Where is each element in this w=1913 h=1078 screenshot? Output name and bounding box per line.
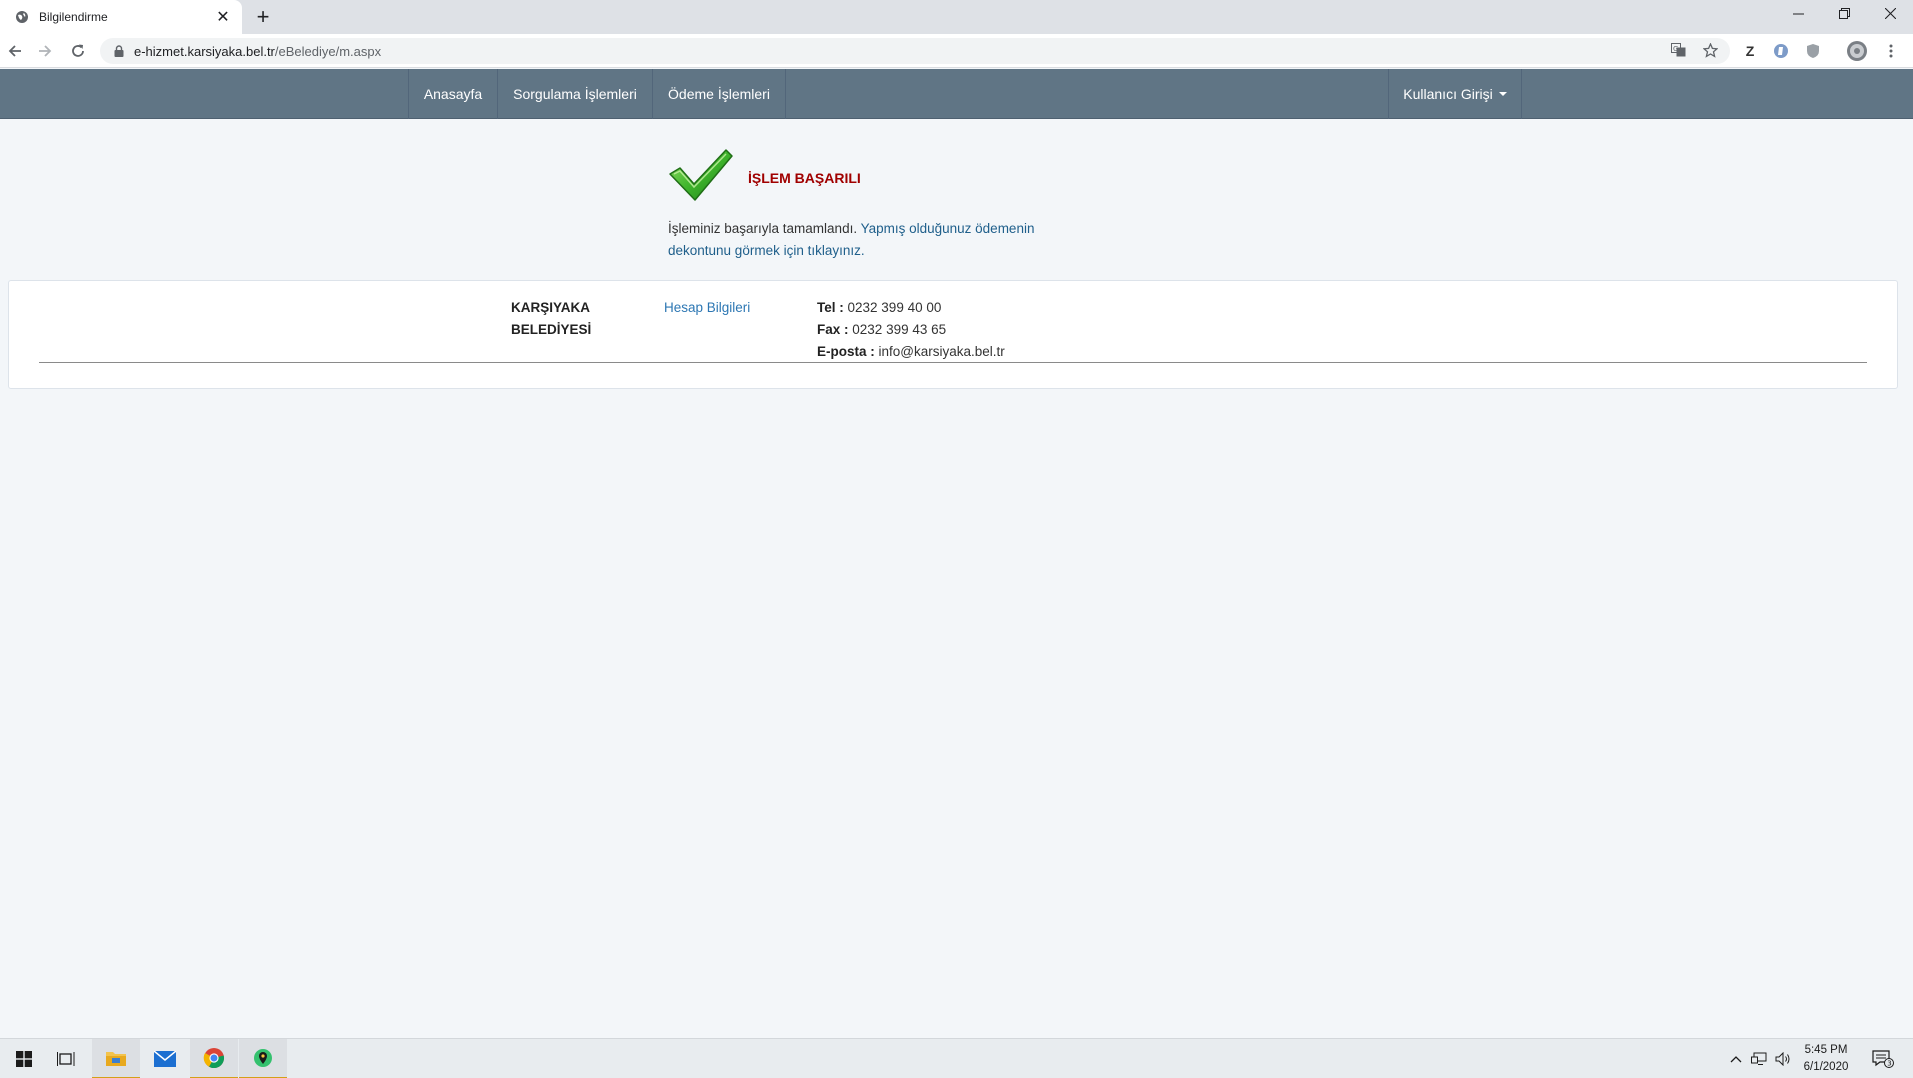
success-panel: İŞLEM BAŞARILI İşleminiz başarıyla tamam… — [668, 148, 1088, 262]
account-info-link[interactable]: Hesap Bilgileri — [664, 297, 750, 319]
action-center-icon[interactable]: 3 — [1868, 1039, 1898, 1078]
svg-text:G: G — [1673, 45, 1678, 53]
footer-divider — [39, 362, 1867, 363]
nav-anasayfa[interactable]: Anasayfa — [408, 69, 498, 119]
nav-odeme[interactable]: Ödeme İşlemleri — [652, 69, 786, 119]
clock-time: 5:45 PM — [1804, 1044, 1848, 1056]
reload-button[interactable] — [66, 39, 90, 63]
url-host: e-hizmet.karsiyaka.bel.tr — [134, 43, 275, 59]
minimize-button[interactable] — [1775, 0, 1821, 26]
success-message: İşleminiz başarıyla tamamlandı. Yapmış o… — [668, 218, 1088, 262]
user-login-menu[interactable]: Kullanıcı Girişi — [1388, 69, 1522, 119]
organization-name: KARŞIYAKA BELEDİYESİ — [511, 300, 592, 337]
success-header: İŞLEM BAŞARILI — [668, 148, 1088, 204]
caret-down-icon — [1498, 92, 1507, 96]
extension-shield-icon[interactable] — [1801, 39, 1825, 63]
tel-label: Tel : — [817, 300, 844, 315]
email-label: E-posta : — [817, 344, 875, 359]
checkmark-icon — [669, 149, 733, 201]
restore-button[interactable] — [1821, 0, 1867, 26]
nav-sorgulama[interactable]: Sorgulama İşlemleri — [497, 69, 653, 119]
tel-value: 0232 399 40 00 — [847, 300, 942, 315]
contact-info: Tel : 0232 399 40 00 Fax : 0232 399 43 6… — [817, 297, 1005, 363]
email-row: E-posta : info@karsiyaka.bel.tr — [817, 341, 1005, 363]
lock-icon[interactable] — [112, 44, 126, 58]
translate-icon[interactable]: G — [1667, 39, 1689, 61]
windows-taskbar: 5:45 PM 6/1/2020 3 — [0, 1038, 1913, 1078]
profile-avatar[interactable] — [1845, 39, 1869, 63]
address-bar[interactable]: e-hizmet.karsiyaka.bel.tr/eBelediye/m.as… — [100, 38, 1730, 64]
browser-toolbar: e-hizmet.karsiyaka.bel.tr/eBelediye/m.as… — [0, 34, 1913, 68]
task-view-icon[interactable] — [42, 1039, 90, 1078]
fax-row: Fax : 0232 399 43 65 — [817, 319, 1005, 341]
url-path: /eBelediye/m.aspx — [274, 43, 382, 59]
browser-menu-icon[interactable] — [1879, 39, 1903, 63]
success-message-text: İşleminiz başarıyla tamamlandı. — [668, 221, 861, 236]
mail-icon[interactable] — [141, 1039, 189, 1078]
success-title: İŞLEM BAŞARILI — [748, 170, 861, 186]
windows-start-icon[interactable] — [0, 1039, 48, 1078]
tel-row: Tel : 0232 399 40 00 — [817, 297, 1005, 319]
forward-button[interactable] — [33, 39, 57, 63]
email-value: info@karsiyaka.bel.tr — [878, 344, 1005, 359]
new-tab-button[interactable]: + — [250, 4, 276, 30]
tab-close-icon[interactable]: ✕ — [212, 6, 234, 28]
maps-app-icon[interactable] — [239, 1039, 287, 1078]
globe-icon — [14, 9, 30, 25]
extension-blue-circle-icon[interactable] — [1769, 39, 1793, 63]
clock-date: 6/1/2020 — [1803, 1061, 1849, 1073]
user-login-label: Kullanıcı Girişi — [1403, 86, 1493, 102]
browser-tab-active[interactable]: Bilgilendirme ✕ — [0, 0, 242, 34]
network-icon[interactable] — [1748, 1039, 1770, 1078]
bookmark-star-icon[interactable] — [1699, 39, 1721, 61]
site-navbar: Anasayfa Sorgulama İşlemleri Ödeme İşlem… — [0, 69, 1913, 119]
tab-title: Bilgilendirme — [39, 10, 108, 24]
browser-tabstrip: Bilgilendirme ✕ + — [0, 0, 1913, 34]
back-button[interactable] — [3, 39, 27, 63]
fax-label: Fax : — [817, 322, 849, 337]
url-text: e-hizmet.karsiyaka.bel.tr/eBelediye/m.as… — [134, 44, 381, 59]
extension-z-icon[interactable]: Z — [1738, 39, 1762, 63]
chrome-icon[interactable] — [190, 1039, 238, 1078]
footer-panel: KARŞIYAKA BELEDİYESİ Hesap Bilgileri Tel… — [8, 280, 1898, 389]
close-window-button[interactable] — [1867, 0, 1913, 26]
fax-value: 0232 399 43 65 — [852, 322, 947, 337]
tray-chevron-up-icon[interactable] — [1726, 1039, 1746, 1078]
file-explorer-icon[interactable] — [92, 1039, 140, 1078]
taskbar-clock[interactable]: 5:45 PM 6/1/2020 — [1790, 1042, 1862, 1076]
notification-count: 3 — [1887, 1060, 1891, 1068]
